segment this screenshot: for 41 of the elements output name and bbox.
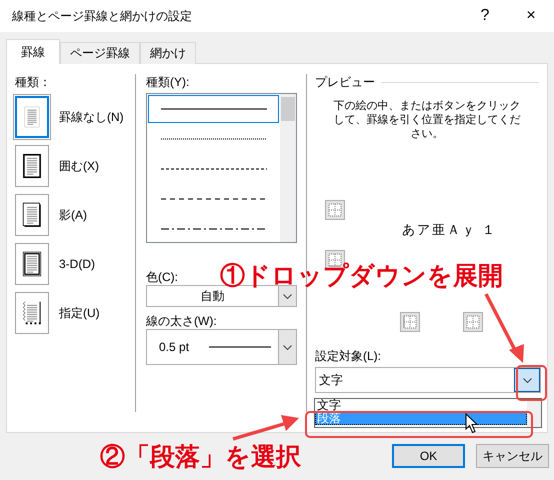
preview-heading: プレビュー <box>315 74 375 91</box>
chevron-down-icon <box>283 344 292 350</box>
cancel-button[interactable]: キャンセル <box>476 444 549 468</box>
preset-label: 罫線なし(N) <box>59 108 124 126</box>
highlight-ring <box>516 365 547 401</box>
setting-label: 種類： <box>15 74 51 90</box>
border-toggle-button[interactable] <box>463 312 483 332</box>
width-dropdown[interactable]: 0.5 pt <box>146 329 297 365</box>
border-preset-button[interactable] <box>15 243 49 285</box>
preset-label: 3-D(D) <box>59 257 95 271</box>
chevron-down-icon <box>283 294 292 298</box>
apply-to-label: 設定対象(L): <box>315 348 381 365</box>
border-preset-button[interactable] <box>15 145 49 187</box>
tab[interactable]: ページ罫線 <box>60 42 140 64</box>
line-style-item[interactable] <box>148 95 279 123</box>
preset-label: 囲む(X) <box>59 158 99 174</box>
line-sample <box>209 346 272 348</box>
preview-instructions: 下の絵の中、またはボタンをクリックして、罫線を引く位置を指定してください。 <box>332 99 522 141</box>
color-label: 色(C): <box>146 269 178 285</box>
width-label: 線の太さ(W): <box>146 313 217 329</box>
help-button[interactable]: ? <box>462 0 508 32</box>
window-title: 線種とページ罫線と網かけの設定 <box>11 8 193 24</box>
preset-label: 指定(U) <box>59 304 100 322</box>
border-toggle-button[interactable] <box>400 312 420 332</box>
tab[interactable]: 罫線 <box>6 39 60 64</box>
line-style-list[interactable] <box>146 93 297 243</box>
apply-to-dropdown[interactable]: 文字 <box>315 367 541 393</box>
preview-sample: あア亜Ａｙ １ <box>400 221 498 239</box>
border-preset-button[interactable] <box>15 292 49 334</box>
ok-button[interactable]: OK <box>392 444 465 468</box>
border-preset-button[interactable] <box>15 194 49 236</box>
preset-label: 影(A) <box>59 206 87 224</box>
arrow <box>231 413 301 443</box>
style-label: 種類(Y): <box>146 74 190 90</box>
scrollbar[interactable] <box>280 94 296 242</box>
border-toggle-button[interactable] <box>325 200 345 220</box>
chevron-down-icon <box>522 378 532 382</box>
dropdown-option[interactable]: 文字 <box>315 399 527 412</box>
close-button[interactable]: × <box>508 0 554 32</box>
annotation-label: ②「段落」を選択 <box>100 442 301 472</box>
tab[interactable]: 網かけ <box>140 42 196 64</box>
